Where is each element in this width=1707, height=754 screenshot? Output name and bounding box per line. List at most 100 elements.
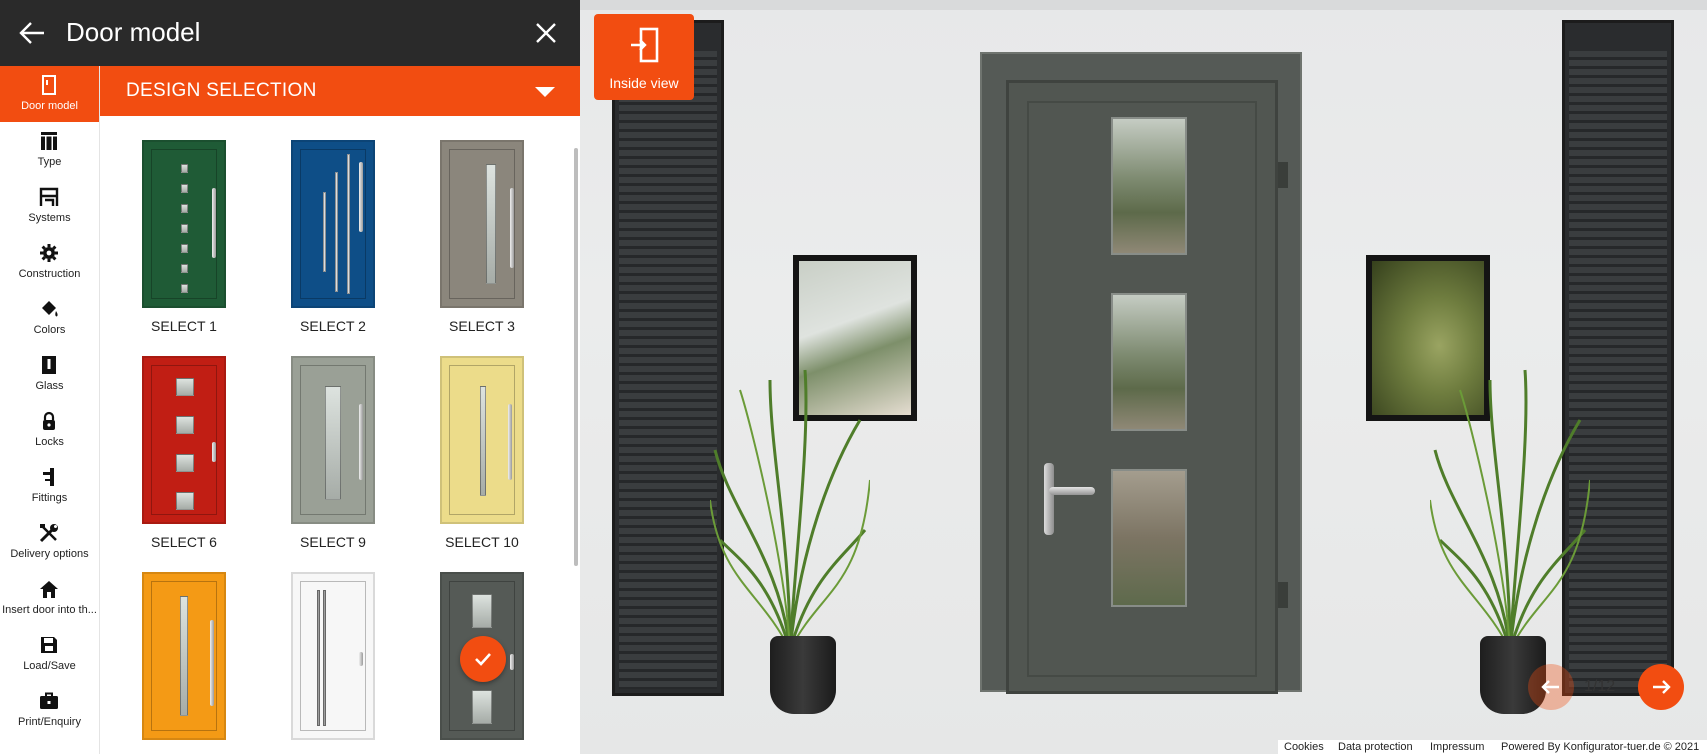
- back-arrow-icon[interactable]: [18, 20, 46, 46]
- door-glass: [323, 590, 326, 726]
- door-model-icon: [42, 75, 56, 95]
- door-card-select-3[interactable]: SELECT 3: [417, 116, 547, 334]
- systems-icon: [39, 187, 59, 206]
- nav-item-type[interactable]: Type: [0, 122, 99, 178]
- nav-label: Insert door into th...: [2, 604, 97, 616]
- nav-item-glass[interactable]: Glass: [0, 346, 99, 402]
- door-glass: [176, 492, 194, 510]
- door-configurator: Door model Door model Type Systems Const…: [0, 0, 1707, 754]
- nav-label: Door model: [21, 100, 78, 112]
- door-glass: [323, 192, 326, 272]
- tools-icon: [39, 524, 58, 543]
- nav-item-fittings[interactable]: Fittings: [0, 458, 99, 514]
- door-glass-middle: [1111, 293, 1187, 431]
- window-blinds: [619, 51, 717, 689]
- door-card-select-1[interactable]: SELECT 1: [119, 116, 249, 334]
- door-glass: [472, 690, 492, 724]
- type-icon: [41, 132, 57, 150]
- door-glass: [480, 386, 486, 496]
- nav-label: Colors: [33, 324, 66, 336]
- door-hinge: [1278, 582, 1288, 608]
- pager-count: 1/12: [1584, 678, 1616, 695]
- door-card-white[interactable]: [268, 548, 398, 754]
- next-scene-button[interactable]: [1638, 664, 1684, 710]
- door-thumbnail: [142, 572, 226, 740]
- door-glass: [181, 284, 188, 293]
- door-glass: [176, 416, 194, 434]
- powered-by-text[interactable]: Powered By Konfigurator-tuer.de © 2021: [1501, 741, 1699, 753]
- door-glass: [335, 172, 338, 292]
- inside-view-button[interactable]: Inside view: [594, 14, 694, 100]
- nav-item-colors[interactable]: Colors: [0, 290, 99, 346]
- door-thumbnail: [142, 140, 226, 308]
- close-icon[interactable]: [534, 21, 558, 45]
- door-glass: [176, 454, 194, 472]
- door-preview-scene: Inside view 1/12: [580, 0, 1707, 754]
- door-glass: [180, 596, 188, 716]
- scrollbar-thumb[interactable]: [574, 148, 578, 566]
- door-hinge: [1278, 162, 1288, 188]
- door-card-select-9[interactable]: SELECT 9: [268, 332, 398, 550]
- door-design-grid: SELECT 1 SELECT 2 SELECT 3 SELECT 6 SELE…: [100, 116, 580, 754]
- door-handle: [510, 188, 514, 268]
- door-glass: [181, 224, 188, 233]
- door-card-select-10[interactable]: SELECT 10: [417, 332, 547, 550]
- door-panel: [449, 149, 515, 299]
- door-glass: [181, 204, 188, 213]
- door-glass: [486, 164, 496, 284]
- nav-label: Print/Enquiry: [18, 716, 81, 728]
- nav-item-construction[interactable]: Construction: [0, 234, 99, 290]
- nav-item-print-enquiry[interactable]: Print/Enquiry: [0, 682, 99, 738]
- door-panel: [300, 581, 366, 731]
- selected-check-button[interactable]: [460, 636, 506, 682]
- impressum-link[interactable]: Impressum: [1430, 741, 1484, 753]
- nav-item-load-save[interactable]: Load/Save: [0, 626, 99, 682]
- nav-item-insert-door[interactable]: Insert door into th...: [0, 570, 99, 626]
- door-glass-bottom: [1111, 469, 1187, 607]
- configurator-panel: Door model Door model Type Systems Const…: [0, 0, 580, 754]
- glass-icon: [42, 356, 56, 374]
- nav-label: Load/Save: [23, 660, 76, 672]
- door-handle: [359, 404, 363, 480]
- door-card-select-2[interactable]: SELECT 2: [268, 116, 398, 334]
- previous-scene-button[interactable]: [1528, 664, 1574, 710]
- door-glass: [325, 386, 341, 500]
- door-card-orange[interactable]: [119, 548, 249, 754]
- nav-item-door-model[interactable]: Door model: [0, 66, 99, 122]
- nav-item-locks[interactable]: Locks: [0, 402, 99, 458]
- door-handle: [510, 654, 514, 670]
- nav-label: Construction: [18, 268, 81, 280]
- nav-label: Systems: [28, 212, 71, 224]
- floppy-disk-icon: [41, 637, 57, 653]
- side-navigation: Door model Type Systems Construction Col…: [0, 66, 100, 754]
- nav-item-systems[interactable]: Systems: [0, 178, 99, 234]
- door-panel: [300, 149, 366, 299]
- nav-item-delivery-options[interactable]: Delivery options: [0, 514, 99, 570]
- design-selection-dropdown[interactable]: DESIGN SELECTION: [100, 66, 580, 116]
- cookies-link[interactable]: Cookies: [1284, 741, 1324, 753]
- door-glass: [472, 594, 492, 628]
- caret-down-icon: [535, 87, 555, 97]
- door-handle: [508, 404, 512, 480]
- arrow-left-icon: [1541, 680, 1559, 694]
- arrow-right-icon: [1653, 680, 1671, 694]
- door-handle: [212, 442, 216, 462]
- paint-bucket-icon: [42, 301, 58, 317]
- lock-icon: [43, 411, 55, 430]
- door-glass: [181, 184, 188, 193]
- door-card-select-6[interactable]: SELECT 6: [119, 332, 249, 550]
- door-glass: [181, 244, 188, 253]
- data-protection-link[interactable]: Data protection: [1338, 741, 1413, 753]
- potted-plant-right: [1430, 369, 1590, 651]
- door-glass: [347, 154, 350, 294]
- inside-view-label: Inside view: [609, 75, 679, 91]
- door-handle: [359, 652, 363, 666]
- nav-label: Glass: [35, 380, 64, 392]
- scene-pager: 1/12: [1528, 664, 1707, 710]
- door-glass: [181, 264, 188, 273]
- home-icon: [40, 581, 58, 598]
- door-thumbnail: [291, 356, 375, 524]
- door-handle: [1044, 463, 1054, 535]
- nav-label: Fittings: [31, 492, 68, 504]
- door-glass-top: [1111, 117, 1187, 255]
